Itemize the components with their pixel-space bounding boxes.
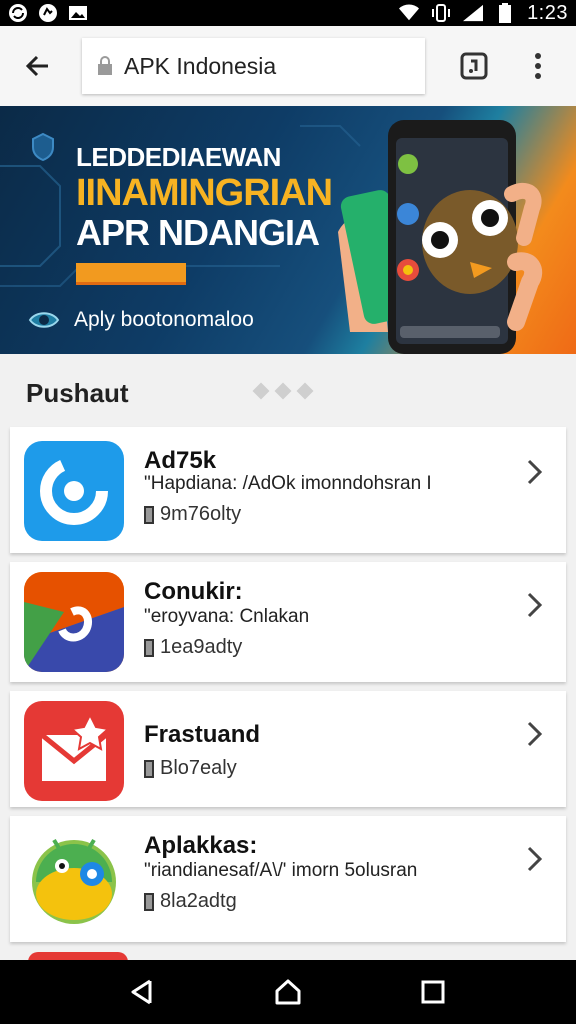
phone-mascot-illustration — [338, 120, 543, 354]
tab-switch-icon — [460, 52, 488, 80]
app-name: Aplakkas: — [144, 832, 258, 859]
app-description: "Hapdiana: /AdOk imonndohsran I — [144, 473, 432, 494]
app-list-item[interactable]: Conukir: "eroyvana: Cnlakan 1ea9adty — [10, 562, 566, 682]
app-list-item[interactable]: Ad75k "Hapdiana: /AdOk imonndohsran I 9m… — [10, 427, 566, 553]
url-text: APK Indonesia — [124, 52, 277, 79]
home-icon — [275, 979, 301, 1005]
app-meta-text: 8la2adtg — [160, 890, 237, 912]
storage-icon — [144, 759, 154, 778]
carousel-dot[interactable] — [252, 382, 270, 400]
app-meta-text: Blo7ealy — [160, 757, 237, 779]
app-meta: 1ea9adty — [144, 636, 242, 659]
chevron-right-icon — [524, 590, 546, 620]
square-recents-icon — [421, 980, 445, 1004]
app-description: "eroyvana: Cnlakan — [144, 606, 310, 627]
section-title: Pushaut — [26, 378, 129, 408]
app-list: Ad75k "Hapdiana: /AdOk imonndohsran I 9m… — [10, 427, 566, 951]
app-list-item[interactable]: Frastuand Blo7ealy — [10, 691, 566, 807]
vibrate-icon — [431, 3, 451, 23]
storage-icon — [144, 505, 154, 524]
chevron-right-icon — [524, 719, 546, 749]
shield-logo-icon — [32, 132, 54, 162]
carousel-dot[interactable] — [274, 382, 292, 400]
wifi-icon — [399, 3, 420, 23]
colorful-app-icon — [24, 572, 124, 672]
signal-icon — [463, 3, 484, 23]
promo-banner[interactable]: LEDDEDIAEWAN IINAMINGRIAN APR NDANGIA Ap… — [0, 106, 576, 354]
app-description: "riandianesaf/A\/' imorn 5olusran — [144, 860, 418, 881]
nav-recents-button[interactable] — [413, 972, 453, 1012]
location-icon — [38, 3, 58, 23]
app-name: Conukir: — [144, 578, 243, 605]
storage-icon — [144, 892, 154, 911]
url-bar[interactable]: APK Indonesia — [82, 38, 425, 94]
app-meta-text: 9m76olty — [160, 503, 242, 525]
status-time: 1:23 — [527, 1, 568, 24]
app-name: Ad75k — [144, 447, 217, 474]
triangle-back-icon — [131, 979, 152, 1005]
overflow-menu-button[interactable] — [518, 40, 558, 92]
carousel-dot[interactable] — [296, 382, 314, 400]
banner-headline-1: LEDDEDIAEWAN — [76, 142, 281, 172]
android-icon — [24, 826, 124, 926]
eye-icon — [28, 312, 60, 328]
app-meta-text: 1ea9adty — [160, 636, 243, 658]
banner-cta-text: Aply bootonomaloo — [74, 308, 254, 331]
more-vert-icon — [535, 53, 541, 79]
tab-switcher-button[interactable] — [452, 40, 496, 92]
app-meta: 9m76olty — [144, 503, 241, 526]
banner-cta[interactable]: Aply bootonomaloo — [28, 304, 254, 336]
back-button[interactable] — [8, 36, 68, 96]
banner-accent-bar — [76, 263, 186, 285]
star-mail-icon — [24, 701, 124, 801]
arrow-left-icon — [25, 55, 48, 77]
battery-icon — [495, 3, 515, 23]
browser-toolbar: APK Indonesia — [0, 26, 576, 106]
status-bar: 1:23 — [0, 0, 576, 26]
storage-icon — [144, 638, 154, 657]
carousel-dots[interactable] — [252, 382, 314, 400]
nav-back-button[interactable] — [123, 972, 163, 1012]
nav-home-button[interactable] — [268, 972, 308, 1012]
system-nav-bar — [0, 960, 576, 1024]
app-name: Frastuand — [144, 721, 261, 748]
sync-icon — [8, 3, 28, 23]
chevron-right-icon — [524, 457, 546, 487]
chevron-right-icon — [524, 844, 546, 874]
app-meta: 8la2adtg — [144, 890, 237, 913]
banner-headline-3: APR NDANGIA — [76, 212, 320, 253]
app-list-item[interactable]: Aplakkas: "riandianesaf/A\/' imorn 5olus… — [10, 816, 566, 942]
sync-circle-icon — [24, 441, 124, 541]
image-icon — [68, 3, 88, 23]
lock-icon — [94, 55, 116, 77]
banner-headline-2: IINAMINGRIAN — [76, 172, 333, 214]
app-meta: Blo7ealy — [144, 757, 237, 780]
